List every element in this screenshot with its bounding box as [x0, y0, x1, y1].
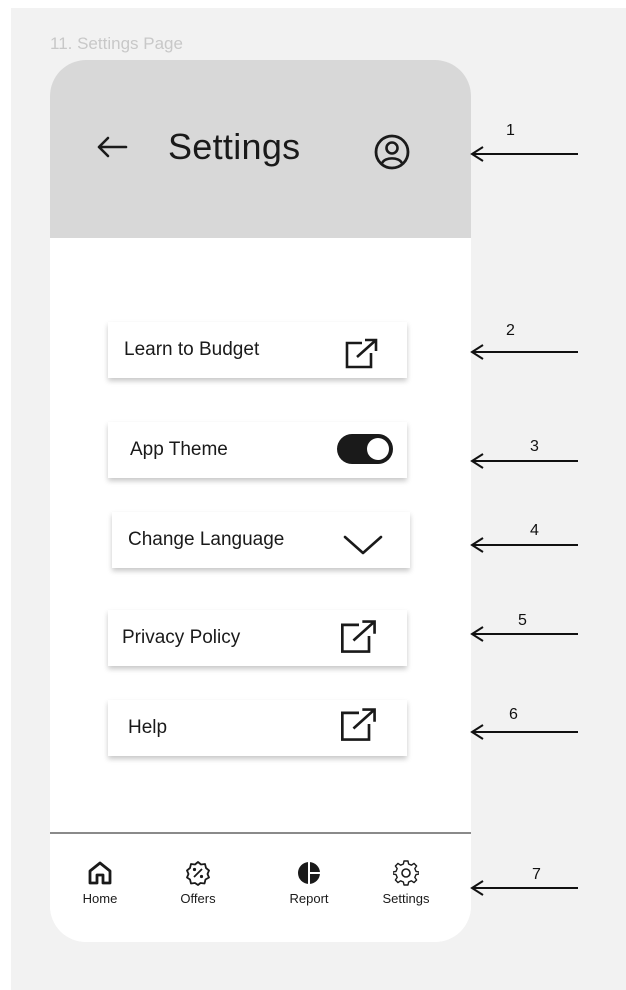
nav-offers[interactable]: Offers	[172, 860, 224, 906]
annotation-number: 1	[506, 122, 515, 139]
bottom-nav: Home Offers Report Settings	[50, 832, 471, 942]
nav-report[interactable]: Report	[282, 860, 336, 906]
learn-to-budget-label: Learn to Budget	[124, 339, 260, 360]
help-label: Help	[128, 717, 168, 738]
home-icon	[88, 861, 112, 885]
help-item[interactable]: Help	[108, 700, 407, 756]
arrow-left-icon	[470, 146, 484, 162]
annotation-line	[472, 460, 578, 462]
page-title: Settings	[168, 126, 301, 167]
annotation-line	[472, 351, 578, 353]
nav-settings-label: Settings	[382, 891, 430, 906]
nav-settings[interactable]: Settings	[376, 860, 436, 906]
external-link-icon	[341, 708, 376, 741]
nav-home[interactable]: Home	[76, 860, 124, 906]
annotation-number: 7	[532, 866, 541, 883]
annotation-line	[472, 153, 578, 155]
chevron-down-icon	[343, 535, 383, 555]
learn-to-budget-item[interactable]: Learn to Budget	[108, 322, 407, 378]
arrow-left-icon	[470, 880, 484, 896]
offers-badge-icon	[186, 861, 210, 886]
annotation-number: 5	[518, 612, 527, 629]
nav-report-label: Report	[289, 891, 329, 906]
change-language-label: Change Language	[128, 529, 285, 550]
arrow-left-icon	[470, 344, 484, 360]
annotation-number: 3	[530, 438, 539, 455]
nav-offers-label: Offers	[180, 891, 216, 906]
gear-icon	[393, 860, 419, 886]
theme-toggle-switch[interactable]	[336, 433, 396, 465]
app-theme-label: App Theme	[130, 439, 228, 460]
annotation-number: 4	[530, 522, 539, 539]
annotation-line	[472, 887, 578, 889]
back-arrow-icon[interactable]	[94, 132, 130, 162]
annotation-line	[472, 544, 578, 546]
external-link-icon	[345, 338, 378, 369]
annotation-number: 2	[506, 322, 515, 339]
arrow-left-icon	[470, 537, 484, 553]
annotation-line	[472, 731, 578, 733]
change-language-dropdown[interactable]: Change Language	[112, 512, 410, 568]
nav-home-label: Home	[82, 891, 118, 906]
phone-frame: Settings Learn to Budget App Theme Chang…	[50, 60, 471, 942]
app-theme-item: App Theme	[108, 422, 407, 478]
annotation-line	[472, 633, 578, 635]
profile-icon[interactable]	[373, 133, 411, 171]
privacy-policy-item[interactable]: Privacy Policy	[108, 610, 407, 666]
pie-chart-icon	[298, 861, 321, 885]
header: Settings	[50, 60, 471, 238]
annotation-number: 6	[509, 706, 518, 723]
external-link-icon	[341, 620, 376, 653]
arrow-left-icon	[470, 453, 484, 469]
arrow-left-icon	[470, 626, 484, 642]
arrow-left-icon	[470, 724, 484, 740]
page-label: 11. Settings Page	[50, 34, 183, 53]
privacy-policy-label: Privacy Policy	[122, 627, 241, 648]
